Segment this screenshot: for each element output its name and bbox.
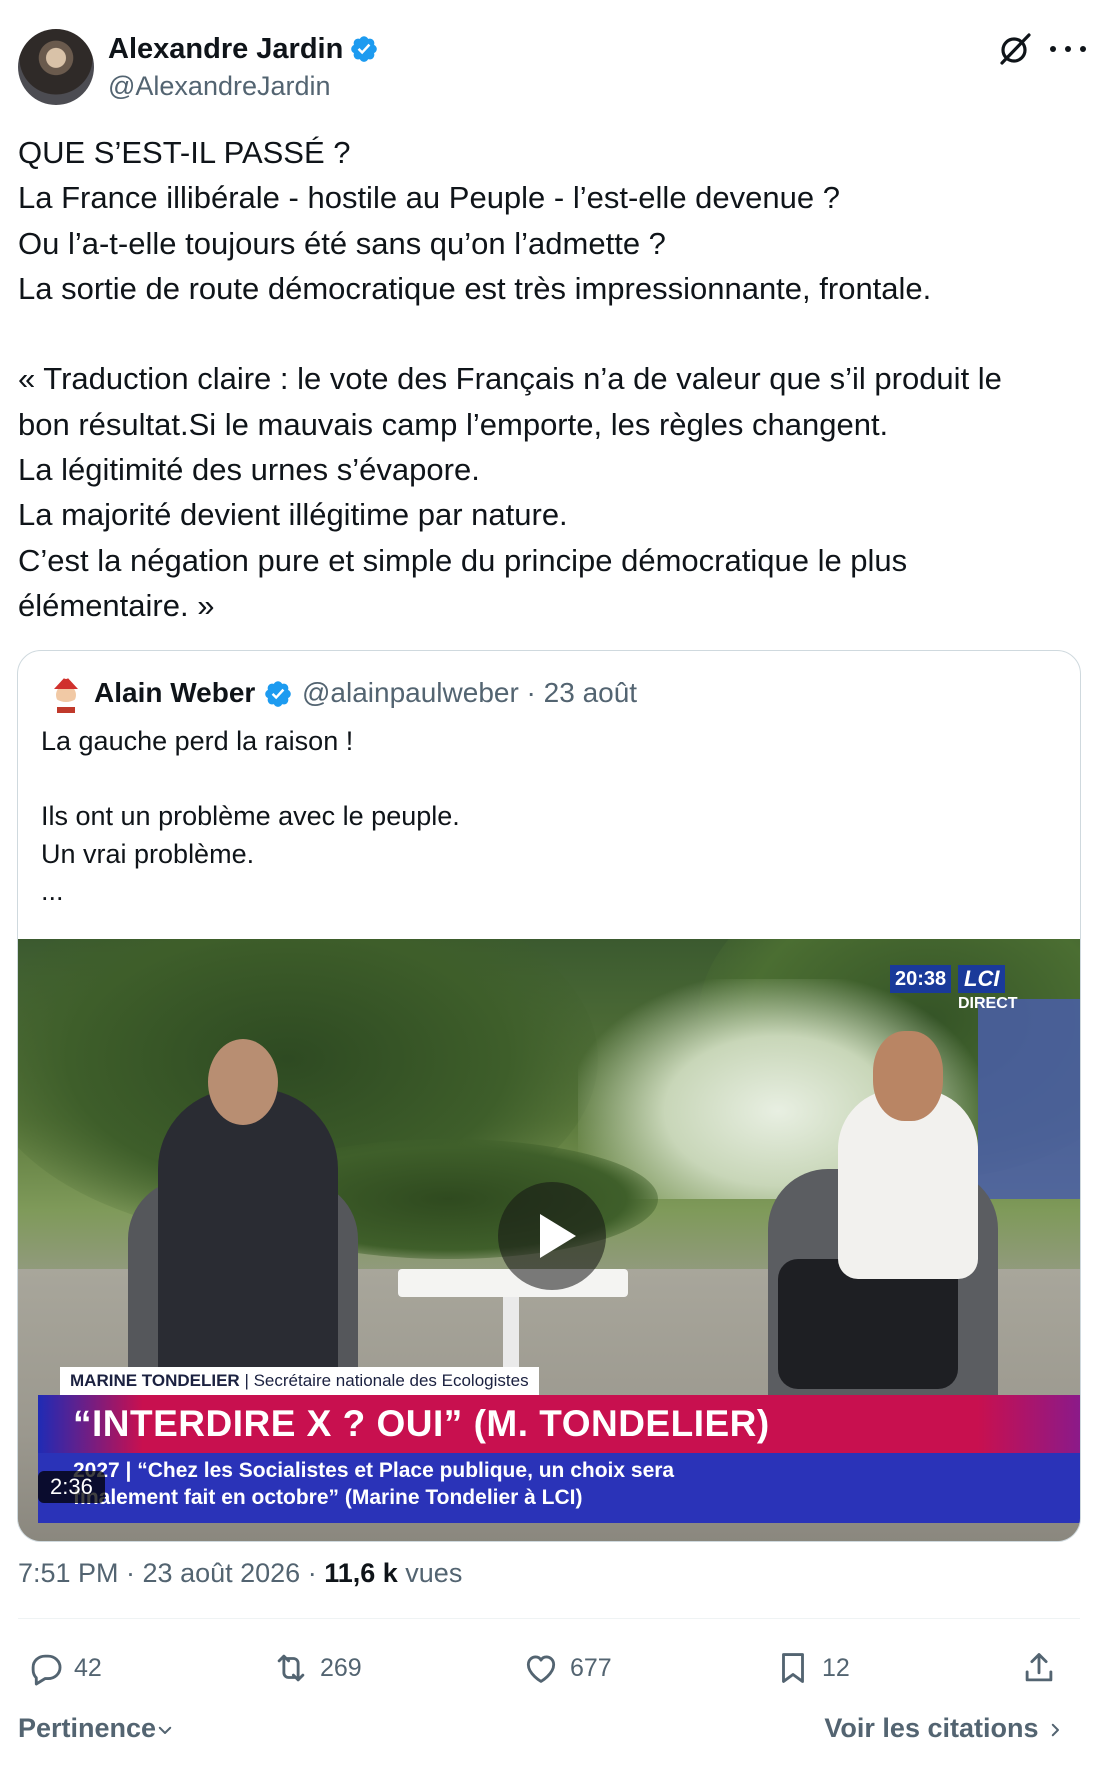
tweet-line: « Traduction claire : le vote des França… — [18, 361, 1002, 397]
quote-line: La gauche perd la raison ! — [41, 726, 354, 756]
grok-icon[interactable] — [996, 30, 1034, 68]
tweet-time-date[interactable]: 7:51 PM · 23 août 2026 · — [18, 1558, 324, 1588]
video-scene-building — [978, 999, 1080, 1199]
video-ticker-line: 2027 | “Chez les Socialistes et Place pu… — [73, 1459, 675, 1482]
quote-handle-date[interactable]: @alainpaulweber · 23 août — [302, 675, 637, 711]
chevron-down-icon — [158, 1726, 172, 1734]
bookmark-count: 12 — [822, 1653, 850, 1682]
reply-icon — [31, 1654, 62, 1686]
quote-line: Ils ont un problème avec le peuple. — [41, 801, 460, 831]
verified-badge-icon — [351, 36, 378, 62]
tweet-text: QUE S’EST-IL PASSÉ ? La France illibéral… — [18, 130, 1078, 628]
bookmark-icon — [782, 1653, 804, 1683]
channel-logo-text: LCI — [964, 966, 1000, 991]
tweet-line: C’est la négation pure et simple du prin… — [18, 542, 908, 578]
quote-author-avatar[interactable] — [46, 673, 86, 713]
tweet-detail: Alexandre Jardin @AlexandreJardin QUE S’… — [0, 0, 1098, 1779]
tweet-line: élémentaire. » — [18, 587, 215, 623]
play-button-icon[interactable] — [498, 1182, 606, 1290]
nameplate-name: MARINE TONDELIER — [70, 1371, 240, 1390]
like-count: 677 — [570, 1653, 612, 1682]
verified-badge-icon — [265, 681, 291, 707]
video-headline-banner: “INTERDIRE X ? OUI” (M. TONDELIER) — [38, 1395, 1080, 1453]
chevron-right-icon — [1051, 1723, 1059, 1737]
video-scene-guest-head — [873, 1031, 943, 1121]
view-label: vues — [397, 1558, 463, 1588]
bookmark-button[interactable]: 12 — [774, 1648, 850, 1688]
tweet-line: bon résultat.Si le mauvais camp l’emport… — [18, 406, 889, 442]
video-nameplate: MARINE TONDELIER | Secrétaire nationale … — [60, 1367, 539, 1395]
tweet-line: Ou l’a-t-elle toujours été sans qu’on l’… — [18, 225, 666, 261]
quote-text: La gauche perd la raison ! Ils ont un pr… — [41, 723, 460, 911]
video-scene-interviewer — [158, 1089, 338, 1409]
view-quotes-link[interactable]: Voir les citations — [824, 1710, 1064, 1746]
broadcast-clock: 20:38 — [890, 965, 952, 993]
sort-label: Pertinence — [18, 1713, 157, 1743]
sort-replies-button[interactable]: Pertinence — [18, 1710, 174, 1746]
author-avatar[interactable] — [18, 29, 94, 105]
tweet-line: La sortie de route démocratique est très… — [18, 270, 932, 306]
share-icon[interactable] — [1020, 1648, 1058, 1688]
tweet-timestamp[interactable]: 7:51 PM · 23 août 2026 · 11,6 k vues — [18, 1555, 462, 1591]
tweet-line: La France illibérale - hostile au Peuple… — [18, 180, 840, 216]
view-quotes-label: Voir les citations — [824, 1713, 1039, 1743]
repost-count: 269 — [320, 1653, 362, 1682]
divider — [18, 1618, 1080, 1619]
video-headline: “INTERDIRE X ? OUI” (M. TONDELIER) — [73, 1403, 770, 1444]
channel-logo: LCI — [958, 965, 1006, 993]
tweet-line: La légitimité des urnes s’évapore. — [18, 452, 480, 488]
quote-author-name[interactable]: Alain Weber — [94, 675, 255, 711]
tweet-line: QUE S’EST-IL PASSÉ ? — [18, 135, 351, 170]
author-name[interactable]: Alexandre Jardin — [108, 30, 379, 68]
video-scene-interviewer-head — [208, 1039, 278, 1125]
quoted-tweet-card[interactable]: Alain Weber @alainpaulweber · 23 août La… — [17, 650, 1081, 1542]
live-label: DIRECT — [958, 995, 1018, 1012]
video-ticker: 2027 | “Chez les Socialistes et Place pu… — [38, 1453, 1080, 1523]
quote-line: ... — [41, 876, 64, 906]
repost-icon — [277, 1654, 305, 1682]
more-options-icon[interactable] — [1050, 30, 1086, 68]
video-player[interactable]: 20:38 LCI DIRECT MARINE TONDELIER | Secr… — [18, 939, 1080, 1541]
reply-count: 42 — [74, 1653, 102, 1682]
like-button[interactable]: 677 — [522, 1648, 612, 1688]
video-duration: 2:36 — [38, 1471, 105, 1503]
author-name-text[interactable]: Alexandre Jardin — [108, 33, 343, 65]
reply-button[interactable]: 42 — [26, 1648, 102, 1688]
quote-line: Un vrai problème. — [41, 838, 255, 869]
tweet-line: La majorité devient illégitime par natur… — [18, 497, 568, 533]
repost-button[interactable]: 269 — [272, 1648, 362, 1688]
nameplate-role: | Secrétaire nationale des Ecologistes — [244, 1371, 529, 1390]
video-ticker-line: finalement fait en octobre” (Marine Tond… — [73, 1486, 583, 1509]
view-count: 11,6 k — [324, 1558, 398, 1588]
heart-icon — [526, 1655, 556, 1683]
author-handle[interactable]: @AlexandreJardin — [108, 68, 331, 104]
